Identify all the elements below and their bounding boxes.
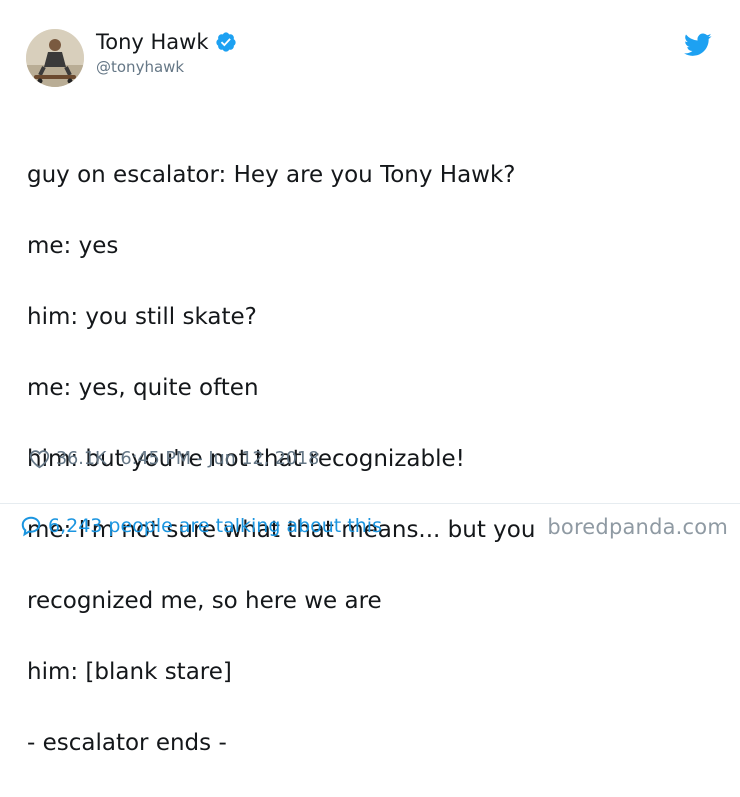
- conversation-link[interactable]: 6,243 people are talking about this: [20, 515, 382, 537]
- tweet-line: him: [blank stare]: [27, 658, 232, 685]
- author-handle[interactable]: @tonyhawk: [96, 58, 184, 76]
- tweet-line: guy on escalator: Hey are you Tony Hawk?: [27, 161, 516, 188]
- watermark: boredpanda.com: [547, 515, 728, 539]
- tweet-line: - escalator ends -: [27, 729, 227, 756]
- display-name[interactable]: Tony Hawk: [96, 29, 209, 55]
- verified-badge-icon: [215, 32, 236, 52]
- like-count[interactable]: 36.1K: [56, 449, 106, 469]
- twitter-bird-icon[interactable]: [684, 33, 712, 57]
- timestamp[interactable]: 6:45 PM - Jun 12, 2018: [120, 449, 319, 469]
- heart-icon[interactable]: [29, 449, 50, 469]
- divider: [0, 503, 740, 504]
- tweet-line: me: yes: [27, 232, 119, 259]
- tweet-meta: 36.1K 6:45 PM - Jun 12, 2018: [29, 449, 319, 469]
- author-name-row[interactable]: Tony Hawk: [96, 29, 237, 55]
- tweet-line: me: yes, quite often: [27, 374, 259, 401]
- tweet-line: him: you still skate?: [27, 303, 257, 330]
- tweet-line: recognized me, so here we are: [27, 587, 382, 614]
- avatar[interactable]: [26, 29, 84, 87]
- comment-bubble-icon: [21, 516, 41, 537]
- conversation-text[interactable]: 6,243 people are talking about this: [48, 515, 382, 537]
- profile-photo-skateboarder: [26, 29, 84, 87]
- tweet-card: Tony Hawk @tonyhawk guy on escalator: He…: [0, 0, 740, 756]
